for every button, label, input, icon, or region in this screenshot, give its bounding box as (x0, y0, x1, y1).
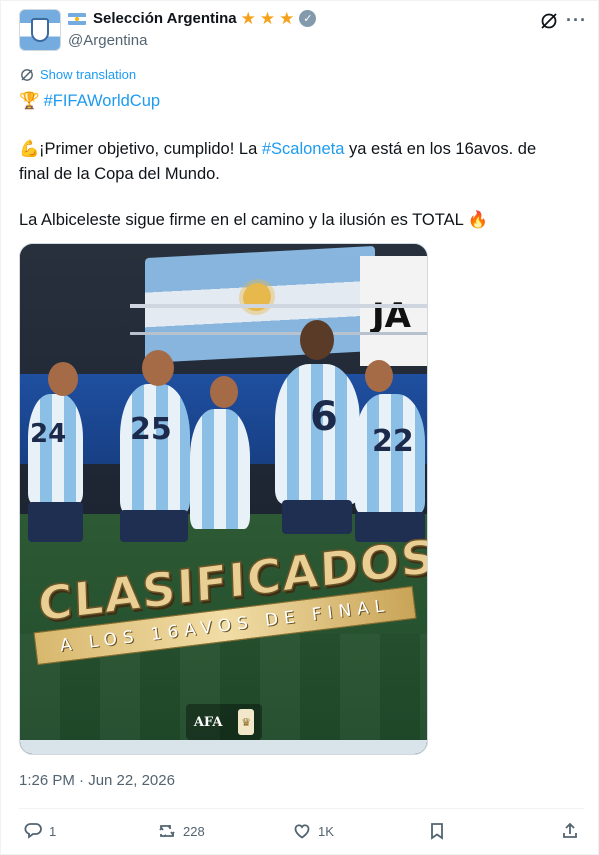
player-figure (120, 384, 190, 514)
share-button[interactable] (560, 821, 580, 841)
hashtag-link[interactable]: #Scaloneta (262, 140, 345, 158)
player-head (365, 360, 393, 392)
afa-logo: AFA (193, 714, 223, 730)
player-head (210, 376, 238, 408)
player-shorts (120, 510, 188, 542)
jersey-number: 22 (372, 424, 414, 459)
tweet-text: La Albiceleste sigue firme en el camino … (19, 211, 468, 229)
author-display-name[interactable]: Selección Argentina (93, 10, 237, 27)
reply-count: 1 (49, 823, 57, 839)
divider (19, 808, 584, 809)
more-options-icon[interactable]: ··· (566, 10, 587, 31)
afa-crest-icon (31, 18, 49, 42)
tweet-text: final de la Copa del Mundo. (19, 165, 220, 183)
tweet-paragraph-1: 💪¡Primer objetivo, cumplido! La #Scalone… (19, 137, 579, 187)
tweet-hashtag-line: 🏆 #FIFAWorldCup (19, 90, 160, 112)
reply-button[interactable]: 1 (23, 821, 56, 841)
star-icon: ★ (240, 9, 256, 28)
flexed-biceps-emoji-icon: 💪 (19, 140, 40, 158)
player-figure (190, 409, 250, 529)
argentina-flag-icon (68, 12, 86, 25)
tweet-actions: 1 228 1K (19, 821, 584, 845)
tweet-timestamp[interactable]: 1:26 PM · Jun 22, 2026 (19, 772, 175, 789)
verified-badge-icon[interactable]: ✓ (299, 10, 317, 27)
tweet-paragraph-2: La Albiceleste sigue firme en el camino … (19, 209, 579, 231)
retweet-button[interactable]: 228 (157, 821, 205, 841)
fan-banner: JA (360, 256, 427, 366)
share-icon (563, 822, 577, 838)
bookmark-icon (431, 823, 443, 840)
show-translation-link[interactable]: Show translation (20, 67, 136, 82)
retweet-icon (159, 824, 175, 838)
bookmark-button[interactable] (427, 821, 447, 841)
railing (130, 304, 427, 308)
translate-icon (21, 68, 33, 81)
jersey-number: 25 (130, 412, 172, 447)
like-count: 1K (318, 823, 334, 839)
jersey-number: 24 (30, 419, 67, 449)
star-icon: ★ (279, 9, 295, 28)
logo-strip: AFA ♛ (186, 704, 262, 740)
tweet-media-image[interactable]: JA 24 25 6 22 CLASIFICADOS A LOS 16AVOS … (19, 243, 428, 755)
player-shorts (28, 502, 83, 542)
author-name-row: Selección Argentina ★ ★ ★ ✓ (68, 9, 317, 28)
player-shorts (282, 500, 352, 534)
tweet-card: Selección Argentina ★ ★ ★ ✓ @Argentina ·… (0, 0, 599, 855)
tweet-text: ¡Primer objetivo, cumplido! La (39, 140, 262, 158)
fire-emoji-icon: 🔥 (467, 211, 489, 229)
like-button[interactable]: 1K (292, 821, 334, 841)
trophy-emoji-icon: 🏆 (19, 92, 40, 110)
railing (130, 332, 427, 335)
star-icon: ★ (259, 9, 276, 28)
show-translation-label: Show translation (40, 67, 137, 82)
player-head (300, 320, 334, 360)
media-bottom-border (20, 740, 427, 754)
player-head (48, 362, 78, 396)
player-figure (28, 394, 83, 504)
player-head (142, 350, 174, 386)
heart-icon (294, 824, 310, 839)
reply-icon (24, 823, 42, 839)
hashtag-link[interactable]: #FIFAWorldCup (44, 92, 160, 110)
world-cup-trophy-icon: ♛ (238, 709, 255, 735)
author-handle[interactable]: @Argentina (68, 32, 147, 49)
grok-icon[interactable] (539, 11, 559, 31)
jersey-number: 6 (310, 394, 338, 440)
fan-banner-text: JA (372, 296, 411, 336)
tweet-text: ya está en los 16avos. de (344, 140, 537, 158)
retweet-count: 228 (183, 823, 205, 839)
avatar[interactable] (19, 9, 61, 51)
